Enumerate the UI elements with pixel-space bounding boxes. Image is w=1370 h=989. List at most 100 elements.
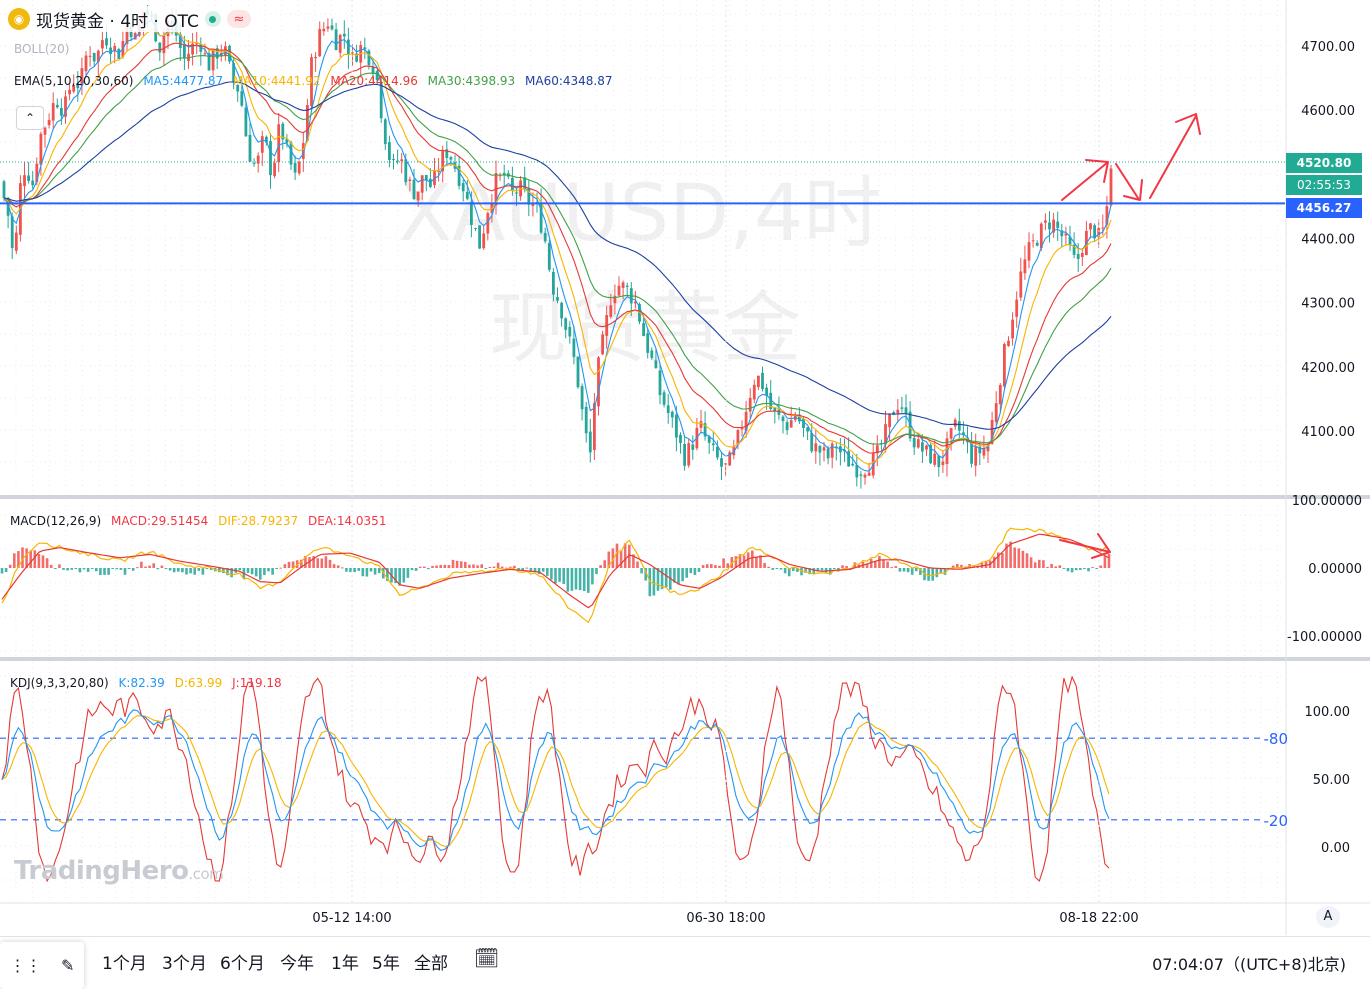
candle-body — [716, 446, 719, 458]
candle-body — [720, 458, 723, 467]
candle-body — [625, 285, 629, 287]
candle-body — [1019, 271, 1023, 298]
macd-histogram-bar — [111, 568, 114, 569]
macd-histogram-bar — [152, 563, 155, 568]
candle-body — [982, 448, 986, 456]
symbol-title[interactable]: 现货黄金 · 4时 · OTC — [36, 7, 199, 32]
candle-body — [392, 158, 395, 160]
candle-body — [543, 232, 547, 242]
candle-body — [810, 432, 814, 452]
candle-body — [953, 419, 957, 427]
macd-histogram-bar — [587, 568, 590, 593]
kdj-level-label: -20 — [1264, 812, 1289, 830]
macd-histogram-bar — [29, 550, 32, 568]
range-1y-button[interactable]: 1年 — [331, 949, 359, 974]
drawing-tools-panel[interactable]: ⋮⋮ ✎ — [0, 942, 84, 989]
candle-body — [724, 463, 727, 465]
macd-histogram-bar — [894, 566, 898, 568]
macd-histogram-bar — [95, 568, 98, 572]
macd-histogram-bar — [496, 562, 500, 568]
macd-histogram-bar — [4, 568, 8, 573]
boll-legend[interactable]: BOLL(20) — [14, 42, 69, 56]
macd-histogram-bar — [62, 568, 65, 570]
collapse-legend-button[interactable]: ⌃ — [16, 106, 44, 130]
macd-histogram-bar — [1087, 568, 1090, 572]
dif-value: DIF:28.79237 — [218, 514, 299, 528]
chart-canvas[interactable]: XAUUSD,4时 现货黄金 4700.004600.004400.004300… — [0, 0, 1370, 989]
price-axis[interactable]: 4700.00 4600.00 4400.00 4300.00 4200.00 4100.… — [312, 0, 1362, 926]
candle-body — [830, 443, 834, 458]
candle-body — [568, 326, 572, 337]
candle-body — [818, 446, 822, 453]
range-1m-button[interactable]: 1个月 — [102, 949, 147, 974]
macd-histogram-bar — [402, 568, 406, 583]
candle-body — [564, 318, 568, 330]
macd-histogram-bar — [574, 568, 578, 590]
candle-body — [338, 34, 342, 53]
macd-histogram-bar — [1095, 568, 1098, 569]
macd-histogram-bar — [119, 568, 123, 570]
macd-histogram-bar — [160, 565, 164, 568]
macd-histogram-bar — [369, 568, 373, 572]
dea-value: DEA:14.0351 — [307, 514, 387, 528]
kdj-tick-label: 0.00 — [1321, 841, 1350, 856]
candle-body — [449, 157, 453, 160]
candle-body — [896, 409, 900, 414]
macd-histogram-bar — [136, 567, 139, 569]
macd-histogram-bar — [459, 561, 463, 568]
candle-body — [105, 38, 108, 46]
candle-body — [252, 163, 256, 165]
candle-body — [921, 442, 924, 452]
macd-histogram-bar — [107, 568, 110, 575]
ema-legend[interactable]: EMA(5,10,20,30,60) MA5:4477.87 MA10:4441… — [14, 74, 613, 88]
date-range-icon[interactable]: 🗓 — [474, 946, 499, 970]
kdj-legend[interactable]: KDJ(9,3,3,20,80) K:82.39 D:63.99 J:119.1… — [10, 676, 282, 690]
range-3m-button[interactable]: 3个月 — [162, 949, 207, 974]
candle-body — [318, 29, 322, 57]
pen-tool-icon[interactable]: ✎ — [61, 956, 74, 975]
candle-body — [748, 397, 752, 412]
current-price-label: 4520.80 — [1286, 153, 1362, 173]
candle-body — [822, 447, 826, 451]
candle-body — [650, 350, 654, 358]
range-all-button[interactable]: 全部 — [414, 949, 448, 974]
macd-legend[interactable]: MACD(12,26,9) MACD:29.51454 DIF:28.79237… — [10, 514, 386, 528]
macd-histogram-bar — [410, 568, 414, 571]
macd-histogram-bar — [525, 567, 529, 569]
kdj-title: KDJ(9,3,3,20,80) — [10, 676, 109, 690]
candle-body — [84, 55, 88, 72]
wave-icon[interactable]: ≈ — [226, 10, 251, 28]
clock-timezone[interactable]: 07:04:07（(UTC+8)北京) — [1152, 951, 1346, 975]
range-ytd-button[interactable]: 今年 — [280, 949, 314, 974]
macd-histogram-bar — [439, 564, 442, 568]
macd-histogram-bar — [1058, 565, 1062, 568]
range-5y-button[interactable]: 5年 — [372, 949, 400, 974]
macd-histogram-bar — [70, 568, 73, 570]
macd-histogram-bar — [591, 568, 594, 585]
arrow-down — [1115, 163, 1143, 201]
candle-body — [363, 47, 367, 50]
macd-histogram-bar — [423, 566, 426, 568]
range-6m-button[interactable]: 6个月 — [220, 949, 265, 974]
macd-histogram-bar — [320, 558, 324, 568]
macd-histogram-bar — [783, 568, 787, 574]
candle-body — [773, 407, 777, 411]
macd-histogram-bar — [546, 568, 549, 576]
macd-histogram-bar — [992, 556, 996, 568]
drag-handle-icon[interactable]: ⋮⋮ — [10, 956, 42, 975]
symbol-header[interactable]: ◉ 现货黄金 · 4时 · OTC ≈ — [8, 6, 259, 32]
macd-histogram-bar — [144, 566, 147, 568]
macd-histogram-bar — [533, 568, 537, 572]
candle-body — [670, 411, 674, 418]
ma10-value: MA10:4441.92 — [233, 74, 321, 88]
macd-tick-label: 0.00000 — [1308, 562, 1362, 577]
macd-histogram-bar — [566, 568, 570, 592]
macd-pane[interactable] — [0, 527, 1111, 624]
candle-body — [1044, 220, 1047, 223]
macd-histogram-bar — [1083, 568, 1086, 569]
candle-body — [941, 461, 945, 466]
macd-histogram-bar — [480, 564, 483, 568]
auto-scale-button[interactable]: A — [1316, 906, 1340, 928]
candle-body — [556, 297, 559, 301]
candle-body — [949, 428, 953, 439]
